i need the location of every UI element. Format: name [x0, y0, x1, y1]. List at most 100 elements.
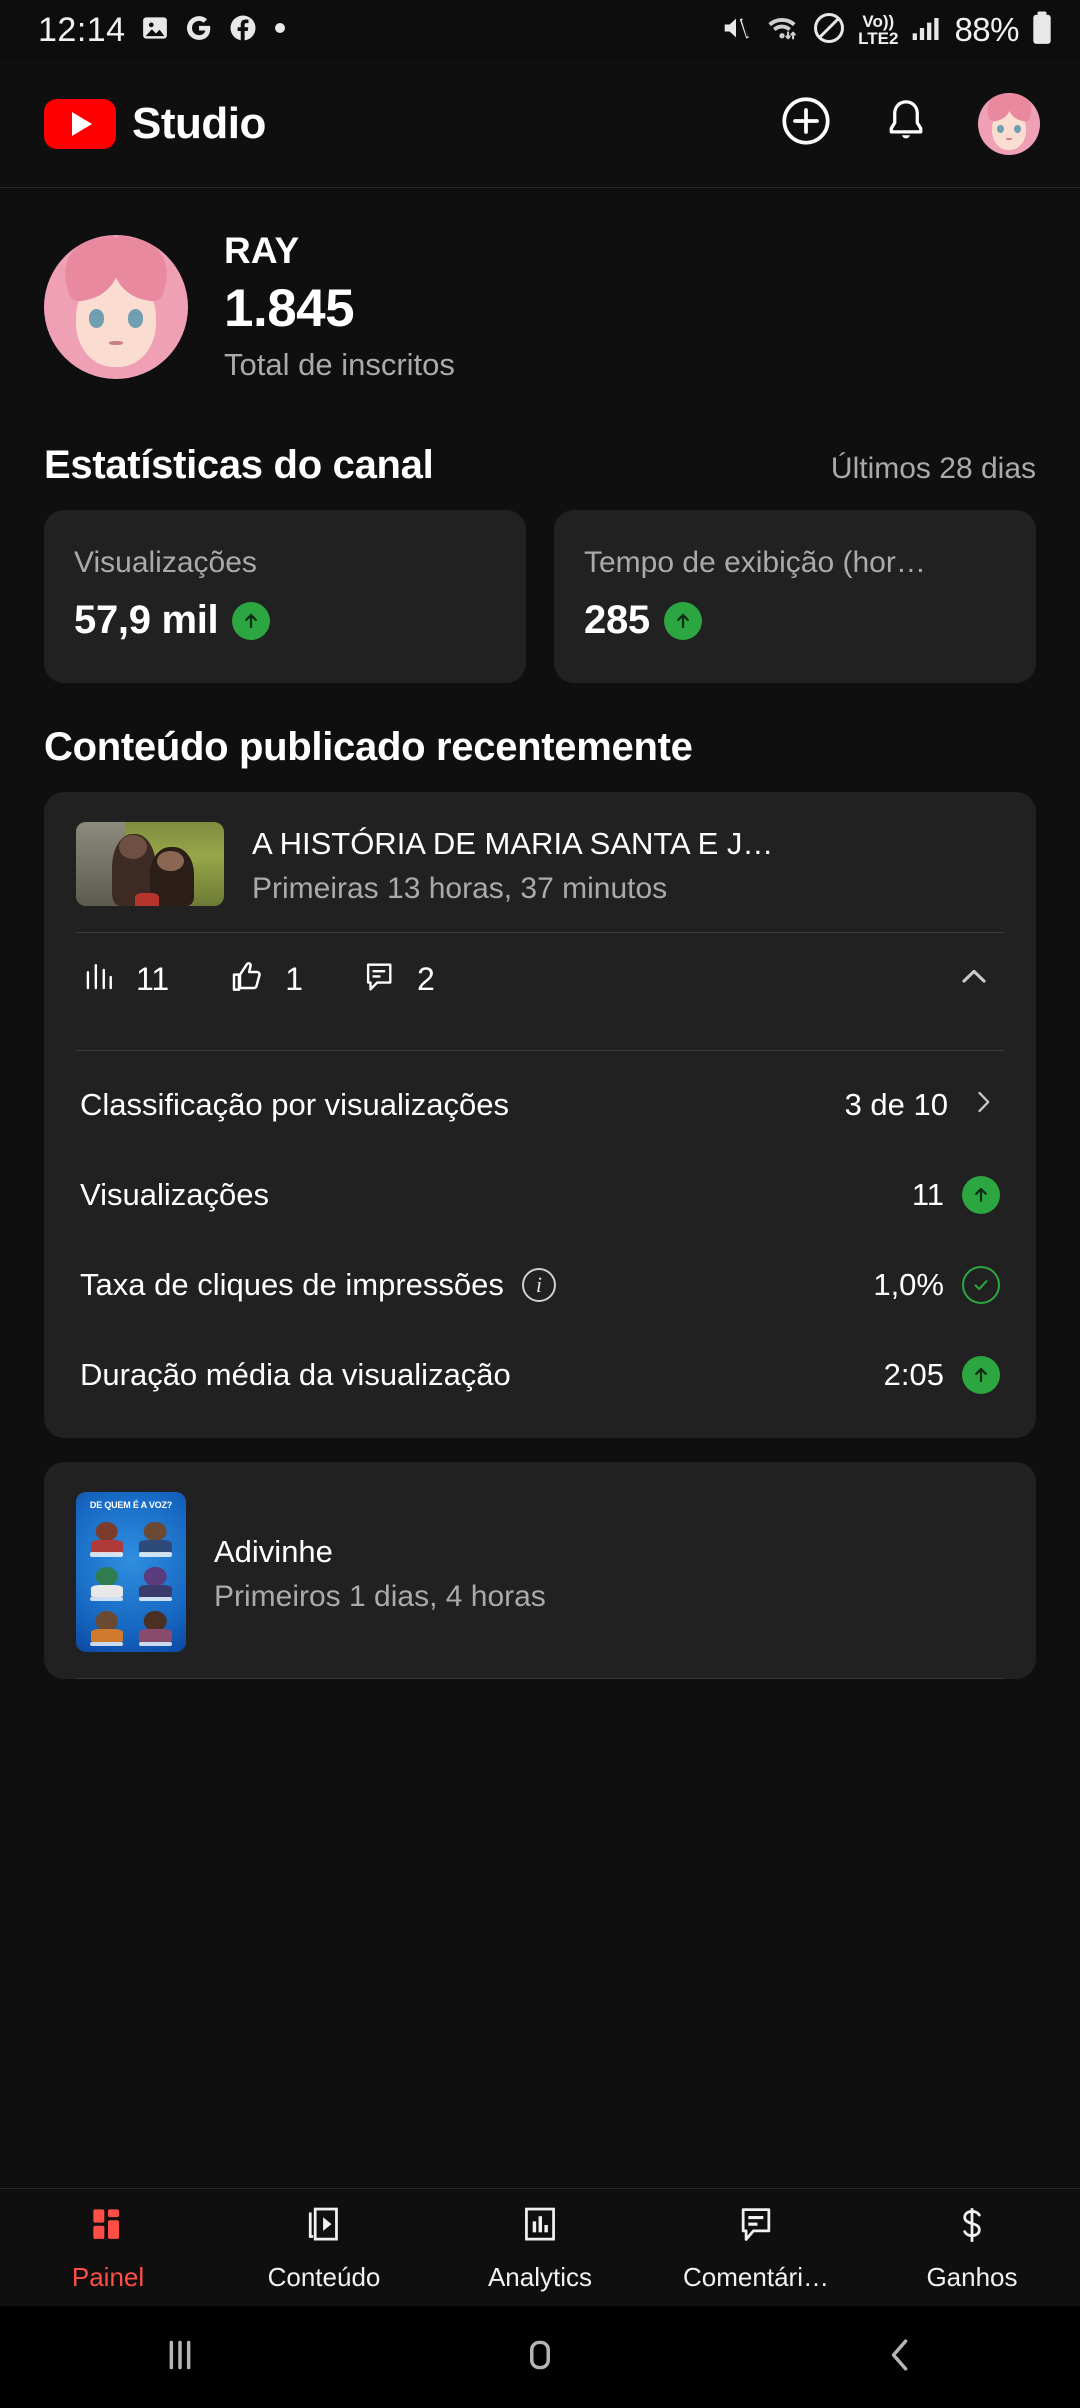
video-subtitle: Primeiros 1 dias, 4 horas — [214, 1580, 546, 1613]
engagement-views[interactable]: 11 — [80, 958, 169, 1001]
studio-brand[interactable]: Studio — [44, 98, 266, 149]
thumbnail-caption: DE QUEM É A VOZ? — [89, 1500, 173, 1510]
image-icon — [140, 13, 170, 48]
app-bar-actions — [778, 92, 1040, 155]
stat-card-watchtime[interactable]: Tempo de exibição (hor… 285 — [554, 510, 1036, 683]
engagement-comments[interactable]: 2 — [361, 958, 435, 1001]
thumbnail-artwork: DE QUEM É A VOZ? — [76, 1492, 186, 1652]
battery-icon — [1030, 10, 1054, 51]
do-not-disturb-icon — [811, 10, 847, 51]
video-card[interactable]: DE QUEM É A VOZ? Adivinhe Primeiros 1 di… — [44, 1462, 1036, 1679]
divider — [76, 1050, 1004, 1051]
nav-label: Comentári… — [683, 2261, 829, 2292]
recent-content-title: Conteúdo publicado recentemente — [44, 725, 693, 769]
metric-value: 2:05 — [883, 1357, 944, 1392]
metric-row[interactable]: Classificação por visualizações 3 de 10 — [76, 1059, 1004, 1150]
status-bar-left: 12:14 — [38, 11, 288, 50]
nav-label: Analytics — [487, 2261, 593, 2292]
nav-item-comentarios[interactable]: Comentári… — [648, 2203, 864, 2293]
analytics-bars-icon — [518, 2203, 562, 2252]
metric-value: 3 de 10 — [844, 1086, 948, 1122]
channel-stats-period: Últimos 28 dias — [830, 452, 1036, 485]
avatar-artwork — [978, 92, 1040, 155]
youtube-logo-icon — [44, 98, 116, 149]
trend-up-icon — [962, 1176, 1000, 1214]
metric-value-group: 2:05 — [884, 1356, 1000, 1394]
metric-row[interactable]: Taxa de cliques de impressões i 1,0% — [76, 1240, 1004, 1330]
app-title: Studio — [132, 98, 266, 148]
nav-item-ganhos[interactable]: Ganhos — [864, 2203, 1080, 2293]
engagement-views-count: 11 — [136, 961, 170, 997]
video-subtitle: Primeiras 13 horas, 37 minutos — [252, 872, 668, 905]
dot-icon — [272, 20, 288, 41]
metric-value-group: 11 — [912, 1176, 1000, 1214]
back-icon[interactable] — [874, 2329, 926, 2386]
channel-avatar[interactable] — [44, 234, 188, 379]
bottom-navigation: Painel Conteúdo Analytics Comentári… Gan… — [0, 2188, 1080, 2306]
video-header-row[interactable]: A HISTÓRIA DE MARIA SANTA E J… Primeiras… — [76, 822, 1004, 906]
wifi-icon — [764, 11, 800, 50]
nav-item-analytics[interactable]: Analytics — [432, 2203, 648, 2293]
stat-cards: Visualizações 57,9 mil Tempo de exibição… — [0, 510, 1080, 683]
metric-label-with-info: Taxa de cliques de impressões i — [80, 1267, 556, 1303]
account-avatar[interactable] — [978, 92, 1040, 155]
metric-label: Visualizações — [80, 1177, 269, 1212]
comments-icon — [734, 2203, 778, 2252]
stat-card-label: Visualizações — [74, 546, 257, 579]
status-bar-clock: 12:14 — [38, 10, 126, 49]
trend-up-icon — [663, 601, 702, 640]
thumbs-up-icon — [227, 957, 267, 1002]
nav-item-painel[interactable]: Painel — [0, 2203, 216, 2293]
signal-icon — [909, 12, 943, 49]
video-meta: A HISTÓRIA DE MARIA SANTA E J… Primeiras… — [252, 822, 1004, 906]
stat-card-views[interactable]: Visualizações 57,9 mil — [44, 510, 526, 683]
status-bar: 12:14 Vo)) LTE2 88% — [0, 0, 1080, 60]
engagement-row: 11 1 2 — [76, 933, 1004, 1024]
comment-icon — [361, 958, 399, 1001]
bell-icon[interactable] — [880, 94, 932, 153]
metric-row[interactable]: Duração média da visualização 2:05 — [76, 1330, 1004, 1428]
google-icon — [184, 13, 214, 48]
metric-label: Classificação por visualizações — [80, 1086, 510, 1122]
chevron-up-icon[interactable] — [952, 954, 996, 1003]
nav-item-conteudo[interactable]: Conteúdo — [216, 2203, 432, 2293]
metric-row[interactable]: Visualizações 11 — [76, 1150, 1004, 1240]
volte-indicator: Vo)) LTE2 — [858, 12, 899, 48]
metric-value: 1,0% — [873, 1267, 944, 1302]
video-header-row[interactable]: DE QUEM É A VOZ? Adivinhe Primeiros 1 di… — [76, 1492, 1004, 1652]
engagement-likes[interactable]: 1 — [227, 957, 303, 1002]
recents-icon[interactable] — [154, 2329, 206, 2386]
video-meta: Adivinhe Primeiros 1 dias, 4 horas — [214, 1530, 1004, 1614]
app-bar: Studio — [0, 60, 1080, 188]
video-title: A HISTÓRIA DE MARIA SANTA E J… — [252, 826, 774, 861]
dashboard-scroll-area[interactable]: RAY 1.845 Total de inscritos Estatística… — [0, 188, 1080, 2212]
video-thumbnail[interactable] — [76, 822, 224, 906]
mute-icon — [719, 11, 753, 50]
subscriber-count: 1.845 — [224, 279, 355, 338]
views-bars-icon — [80, 958, 118, 1001]
video-thumbnail[interactable]: DE QUEM É A VOZ? — [76, 1492, 186, 1652]
video-title: Adivinhe — [214, 1534, 333, 1569]
channel-avatar-artwork — [44, 234, 188, 379]
stat-card-value: 57,9 mil — [74, 598, 219, 642]
earnings-dollar-icon — [950, 2203, 994, 2252]
dashboard-icon — [86, 2203, 130, 2252]
channel-summary[interactable]: RAY 1.845 Total de inscritos — [0, 188, 1080, 413]
create-icon[interactable] — [778, 93, 834, 154]
engagement-likes-count: 1 — [285, 961, 304, 997]
metric-value-group: 1,0% — [873, 1266, 1000, 1304]
stat-card-label: Tempo de exibição (hor… — [584, 546, 926, 579]
trend-up-icon — [232, 601, 271, 640]
engagement-comments-count: 2 — [417, 961, 435, 997]
channel-stats-title: Estatísticas do canal — [44, 443, 434, 487]
info-icon[interactable]: i — [521, 1268, 556, 1302]
video-card[interactable]: A HISTÓRIA DE MARIA SANTA E J… Primeiras… — [44, 792, 1036, 1438]
metric-label: Duração média da visualização — [80, 1357, 511, 1392]
facebook-icon — [228, 13, 258, 48]
check-icon — [962, 1266, 1000, 1304]
home-icon[interactable] — [514, 2329, 566, 2386]
content-play-icon — [302, 2203, 346, 2252]
battery-percent-label: 88% — [954, 11, 1019, 48]
divider — [76, 1678, 1004, 1679]
channel-text-block: RAY 1.845 Total de inscritos — [224, 230, 455, 383]
